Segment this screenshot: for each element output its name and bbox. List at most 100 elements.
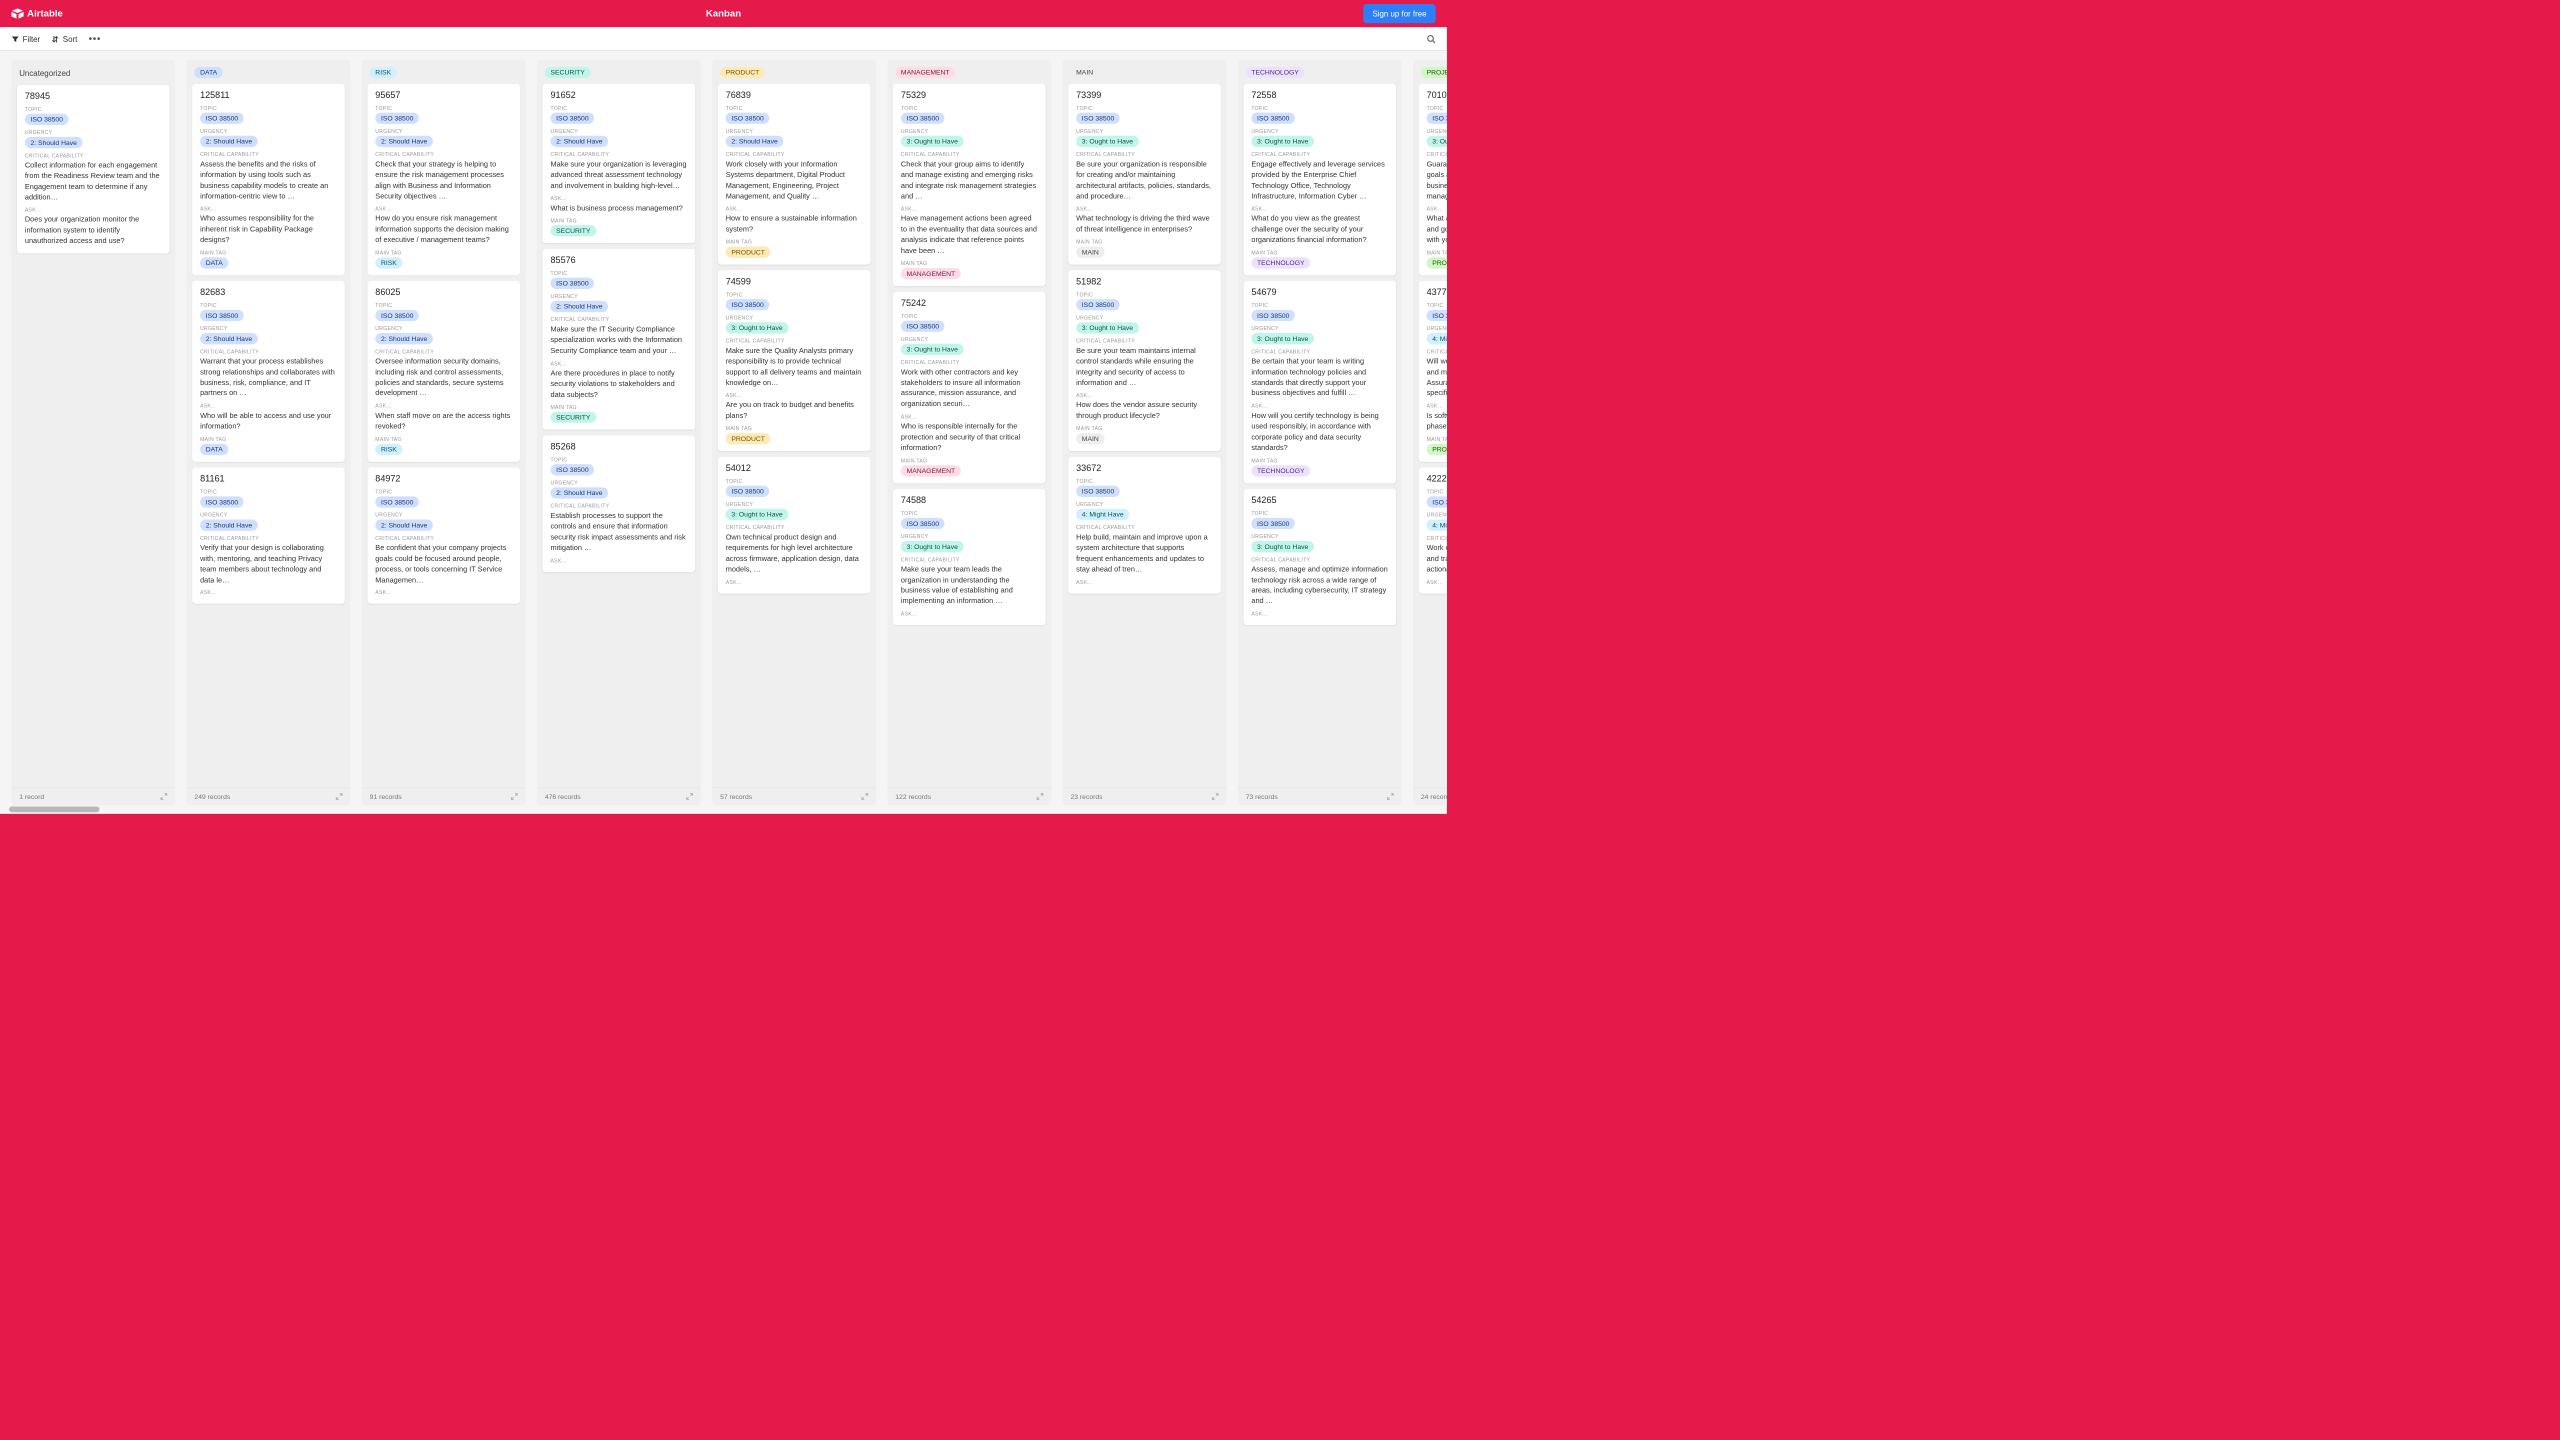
capability-text: Work on multiple projects simultaneously… (1427, 543, 1447, 575)
more-menu[interactable]: ••• (89, 33, 101, 45)
field-label-ask: ASK… (551, 195, 688, 201)
field-label-urgency: URGENCY (200, 326, 337, 332)
kanban-card[interactable]: 74588TOPICISO 38500URGENCY3: Ought to Ha… (893, 489, 1046, 625)
search-icon[interactable] (1427, 34, 1436, 43)
column-scroll[interactable]: 75329TOPICISO 38500URGENCY3: Ought to Ha… (887, 84, 1051, 788)
field-label-ask: ASK… (726, 206, 863, 212)
column-footer: 23 records (1063, 787, 1227, 805)
kanban-card[interactable]: 75242TOPICISO 38500URGENCY3: Ought to Ha… (893, 292, 1046, 484)
field-label-ask: ASK… (901, 414, 1038, 420)
field-label-capability: CRITICAL CAPABILITY (375, 349, 512, 355)
urgency-pill: 2: Should Have (551, 136, 609, 147)
filter-icon (11, 35, 19, 43)
expand-icon[interactable] (1212, 793, 1219, 800)
kanban-card[interactable]: 74599TOPICISO 38500URGENCY3: Ought to Ha… (718, 270, 871, 451)
expand-icon[interactable] (161, 793, 168, 800)
field-label-urgency: URGENCY (551, 294, 688, 300)
record-count: 122 records (895, 792, 931, 800)
kanban-card[interactable]: 84972TOPICISO 38500URGENCY2: Should Have… (367, 467, 520, 603)
urgency-pill: 3: Ought to Have (1251, 136, 1314, 147)
field-label-ask: ASK… (375, 206, 512, 212)
field-label-maintag: MAIN TAG (901, 458, 1038, 464)
kanban-card[interactable]: 78945TOPICISO 38500URGENCY2: Should Have… (17, 85, 170, 253)
column-scroll[interactable]: 125811TOPICISO 38500URGENCY2: Should Hav… (187, 84, 351, 788)
expand-icon[interactable] (1387, 793, 1394, 800)
field-label-urgency: URGENCY (25, 129, 162, 135)
kanban-card[interactable]: 85268TOPICISO 38500URGENCY2: Should Have… (543, 435, 696, 571)
kanban-card[interactable]: 43778TOPICISO 38500URGENCY4: Might HaveC… (1419, 281, 1447, 462)
urgency-pill: 3: Ought to Have (901, 136, 964, 147)
field-label-topic: TOPIC (200, 302, 337, 308)
kanban-card[interactable]: 86025TOPICISO 38500URGENCY2: Should Have… (367, 281, 520, 462)
topic-pill: ISO 38500 (1251, 518, 1295, 529)
ask-text: Is software assurance considered in all … (1427, 410, 1447, 431)
ask-text: What technology is driving the third wav… (1076, 213, 1213, 234)
ask-text: How does the vendor assure security thro… (1076, 400, 1213, 421)
column-scroll[interactable]: 95657TOPICISO 38500URGENCY2: Should Have… (362, 84, 526, 788)
field-label-urgency: URGENCY (375, 128, 512, 134)
kanban-column: TECHNOLOGY72558TOPICISO 38500URGENCY3: O… (1238, 60, 1402, 805)
kanban-card[interactable]: 51982TOPICISO 38500URGENCY3: Ought to Ha… (1068, 270, 1221, 451)
record-count: 57 records (720, 792, 752, 800)
topic-pill: ISO 38500 (726, 112, 770, 123)
column-header: DATA (187, 60, 351, 84)
record-count: 24 records (1421, 792, 1447, 800)
field-label-topic: TOPIC (1076, 292, 1213, 298)
card-id: 74588 (901, 495, 1038, 505)
kanban-card[interactable]: 72558TOPICISO 38500URGENCY3: Ought to Ha… (1243, 84, 1396, 276)
kanban-card[interactable]: 76839TOPICISO 38500URGENCY2: Should Have… (718, 84, 871, 265)
column-footer: 249 records (187, 787, 351, 805)
sort-button[interactable]: Sort (52, 34, 78, 43)
expand-icon[interactable] (686, 793, 693, 800)
urgency-pill: 3: Ought to Have (1076, 322, 1139, 333)
kanban-card[interactable]: 42226TOPICISO 38500URGENCY4: Might HaveC… (1419, 467, 1447, 593)
topic-pill: ISO 38500 (1076, 299, 1120, 310)
horizontal-scrollbar-thumb[interactable] (9, 807, 99, 813)
capability-text: Make sure the Quality Analysts primary r… (726, 345, 863, 388)
logo[interactable]: Airtable (11, 8, 63, 19)
kanban-card[interactable]: 73399TOPICISO 38500URGENCY3: Ought to Ha… (1068, 84, 1221, 265)
expand-icon[interactable] (1037, 793, 1044, 800)
urgency-pill: 3: Ought to Have (1251, 541, 1314, 552)
record-count: 73 records (1246, 792, 1278, 800)
column-scroll[interactable]: 91652TOPICISO 38500URGENCY2: Should Have… (537, 84, 701, 788)
field-label-maintag: MAIN TAG (375, 436, 512, 442)
capability-text: Warrant that your process establishes st… (200, 356, 337, 399)
board-scroll[interactable]: Uncategorized78945TOPICISO 38500URGENCY2… (0, 51, 1447, 805)
kanban-card[interactable]: 85576TOPICISO 38500URGENCY2: Should Have… (543, 249, 696, 430)
kanban-card[interactable]: 54265TOPICISO 38500URGENCY3: Ought to Ha… (1243, 489, 1396, 625)
field-label-ask: ASK… (1076, 392, 1213, 398)
column-scroll[interactable]: 72558TOPICISO 38500URGENCY3: Ought to Ha… (1238, 84, 1402, 788)
field-label-capability: CRITICAL CAPABILITY (1251, 557, 1388, 563)
kanban-card[interactable]: 125811TOPICISO 38500URGENCY2: Should Hav… (192, 84, 345, 276)
signup-button[interactable]: Sign up for free (1363, 4, 1435, 23)
topic-pill: ISO 38500 (726, 299, 770, 310)
ask-text: What is business process management? (551, 203, 688, 214)
kanban-card[interactable]: 95657TOPICISO 38500URGENCY2: Should Have… (367, 84, 520, 276)
kanban-card[interactable]: 81161TOPICISO 38500URGENCY2: Should Have… (192, 467, 345, 603)
expand-icon[interactable] (861, 793, 868, 800)
field-label-capability: CRITICAL CAPABILITY (1427, 151, 1447, 157)
kanban-card[interactable]: 82683TOPICISO 38500URGENCY2: Should Have… (192, 281, 345, 462)
kanban-card[interactable]: 70103TOPICISO 38500URGENCY3: Ought to Ha… (1419, 84, 1447, 276)
expand-icon[interactable] (336, 793, 343, 800)
kanban-card[interactable]: 54012TOPICISO 38500URGENCY3: Ought to Ha… (718, 457, 871, 593)
urgency-pill: 3: Ought to Have (901, 344, 964, 355)
kanban-card[interactable]: 33672TOPICISO 38500URGENCY4: Might HaveC… (1068, 457, 1221, 593)
column-scroll[interactable]: 78945TOPICISO 38500URGENCY2: Should Have… (11, 85, 175, 788)
kanban-card[interactable]: 91652TOPICISO 38500URGENCY2: Should Have… (543, 84, 696, 244)
kanban-card[interactable]: 54679TOPICISO 38500URGENCY3: Ought to Ha… (1243, 281, 1396, 483)
column-scroll[interactable]: 76839TOPICISO 38500URGENCY2: Should Have… (712, 84, 876, 788)
filter-button[interactable]: Filter (11, 34, 40, 43)
column-footer: 57 records (712, 787, 876, 805)
column-scroll[interactable]: 73399TOPICISO 38500URGENCY3: Ought to Ha… (1063, 84, 1227, 788)
kanban-card[interactable]: 75329TOPICISO 38500URGENCY3: Ought to Ha… (893, 84, 1046, 286)
urgency-pill: 2: Should Have (375, 136, 433, 147)
column-scroll[interactable]: 70103TOPICISO 38500URGENCY3: Ought to Ha… (1413, 84, 1447, 788)
card-id: 33672 (1076, 464, 1213, 474)
topic-pill: ISO 38500 (901, 112, 945, 123)
field-label-ask: ASK… (726, 392, 863, 398)
expand-icon[interactable] (511, 793, 518, 800)
topic-pill: ISO 38500 (1427, 112, 1447, 123)
card-id: 84972 (375, 474, 512, 484)
